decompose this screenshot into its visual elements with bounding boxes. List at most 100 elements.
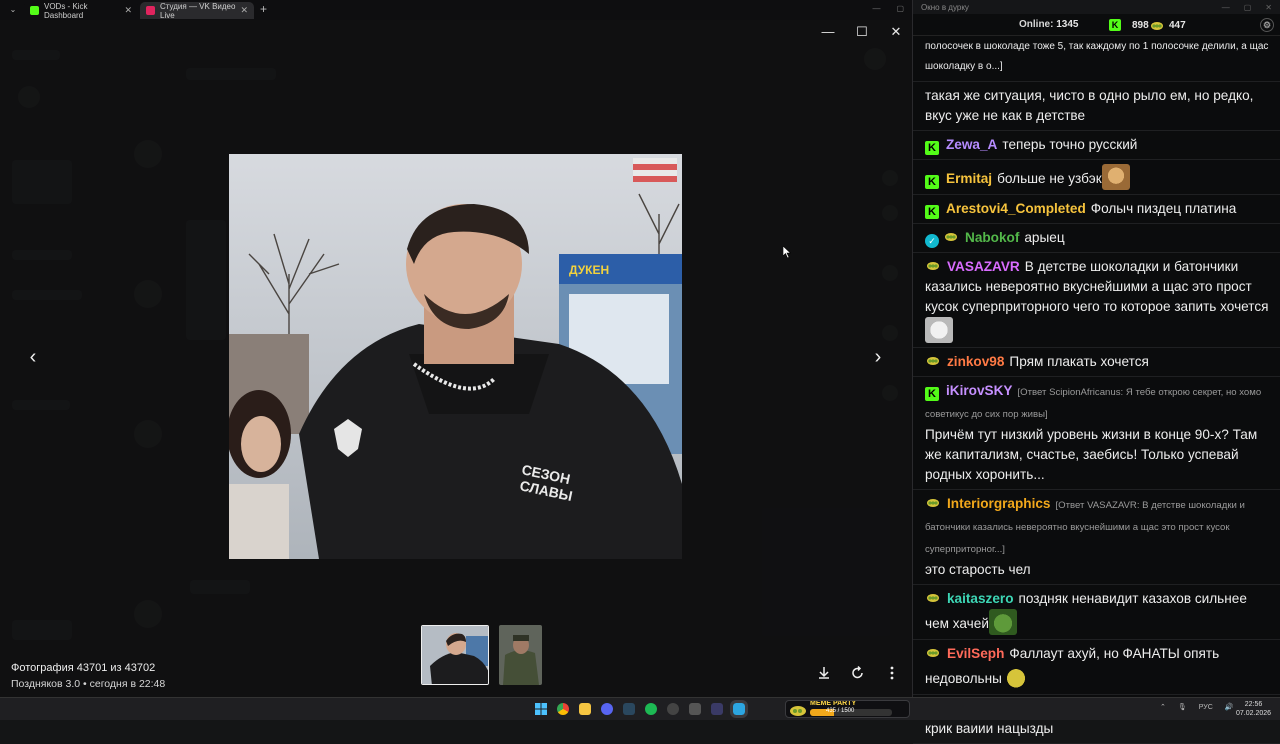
rotate-icon[interactable]	[850, 665, 866, 681]
spotify-icon[interactable]	[645, 703, 657, 715]
tab-menu-icon[interactable]: ⌄	[6, 3, 20, 17]
chat-message: K Zewa_A теперь точно русский	[913, 131, 1280, 160]
steam-icon[interactable]	[623, 703, 635, 715]
new-tab-icon[interactable]: +	[260, 2, 267, 16]
chrome-icon[interactable]	[557, 703, 569, 715]
chat-username[interactable]: Ermitaj	[946, 171, 992, 186]
maximize-icon[interactable]: ▢	[896, 4, 904, 13]
online-label: Online:	[1019, 19, 1054, 30]
pea-emote-icon	[1001, 664, 1030, 690]
discord-icon[interactable]	[601, 703, 613, 715]
pea-badge-icon	[927, 499, 939, 507]
photo-thumbnail-next[interactable]	[499, 625, 542, 685]
tab-title: VODs - Kick Dashboard	[44, 1, 88, 20]
chat-username[interactable]: Zewa_A	[946, 137, 997, 152]
viewer-actions	[816, 665, 900, 681]
volume-icon[interactable]: 🔊	[1225, 703, 1234, 711]
language-indicator[interactable]: РУС	[1199, 704, 1213, 711]
taskbar-clock[interactable]: 22:56 07.02.2026	[1236, 700, 1271, 718]
close-icon[interactable]: ✕	[1265, 3, 1272, 12]
kick-badge-icon: K	[925, 175, 939, 189]
chat-message-text: Причём тут низкий уровень жизни в конце …	[925, 427, 1258, 482]
viewer-window-controls: — ☐ ✕	[820, 24, 904, 40]
chat-message: kaitaszero поздняк ненавидит казахов силь…	[913, 585, 1280, 640]
tab-bar: ⌄ VODs - Kick Dashboard ✕ Студия — VK Ви…	[0, 0, 912, 20]
kick-badge-icon: K	[925, 205, 939, 219]
chat-username[interactable]: kaitaszero	[947, 591, 1014, 606]
chat-message-text: больше не узбэк	[997, 171, 1102, 186]
tray-overflow-icon[interactable]: ⌃	[1160, 703, 1166, 711]
next-photo-button[interactable]: ›	[869, 344, 887, 370]
chat-username[interactable]: EvilSeph	[947, 646, 1004, 661]
chat-username[interactable]: Nabokof	[965, 230, 1019, 245]
download-icon[interactable]	[816, 665, 832, 681]
browser-window: ⌄ VODs - Kick Dashboard ✕ Студия — VK Ви…	[0, 0, 912, 697]
windows-start-icon[interactable]	[535, 703, 547, 715]
other-count: 447	[1169, 19, 1186, 31]
taskbar: MEME PARTY 435 / 1500 ⌃ 🎙 РУС 🔊 22:56 07…	[0, 697, 1280, 720]
app-icon[interactable]	[689, 703, 701, 715]
file-explorer-icon[interactable]	[579, 703, 591, 715]
maximize-icon[interactable]: ▢	[1244, 3, 1252, 12]
chat-titlebar: Окно в дурку — ▢ ✕	[913, 0, 1280, 14]
photo-thumbnail-current[interactable]	[421, 625, 489, 685]
chat-message: ✓ Nabokof арыец	[913, 224, 1280, 253]
chat-message-text: такая же ситуация, чисто в одно рыло ем,…	[925, 88, 1254, 123]
cat2-emote-icon	[925, 317, 953, 343]
tab-vk-studio[interactable]: Студия — VK Видео Live ✕	[140, 2, 254, 20]
tab-close-icon[interactable]: ✕	[124, 5, 132, 16]
photo-illustration: ДУКЕН СЕЗОН СЛАВЫ	[229, 154, 682, 559]
more-options-icon[interactable]	[884, 665, 900, 681]
minimize-icon[interactable]: —	[1222, 3, 1230, 12]
chat-message: EvilSeph Фаллаут ахуй, но ФАНАТЫ опять не…	[913, 640, 1280, 695]
chat-username[interactable]: Interiorgraphics	[947, 496, 1051, 511]
tab-close-icon[interactable]: ✕	[240, 5, 248, 16]
pea-badge-icon	[927, 262, 939, 270]
kick-favicon-icon	[30, 6, 39, 15]
pea-mascot-icon	[790, 706, 806, 716]
browser-window-controls: — ▢	[872, 4, 904, 13]
chat-message: zinkov98 Прям плакать хочется	[913, 348, 1280, 377]
previous-photo-button[interactable]: ‹	[24, 344, 42, 370]
meme-party-widget[interactable]: MEME PARTY 435 / 1500	[785, 700, 910, 718]
mouse-cursor-icon	[783, 246, 791, 258]
tab-kick-vods[interactable]: VODs - Kick Dashboard ✕	[24, 1, 138, 20]
chat-username[interactable]: zinkov98	[947, 354, 1004, 369]
photo-image: ДУКЕН СЕЗОН СЛАВЫ	[229, 154, 682, 559]
chat-username[interactable]: iKirovSKY	[946, 383, 1012, 398]
settings-gear-icon[interactable]: ⚙	[1260, 18, 1274, 32]
maximize-icon[interactable]: ☐	[854, 24, 870, 40]
chat-stats-bar: Online: 1345 K 898 447 ⚙	[913, 14, 1280, 36]
chat-username[interactable]: Arestovi4_Completed	[946, 201, 1086, 216]
clock-date: 07.02.2026	[1236, 710, 1272, 717]
chat-message: K Ermitaj больше не узбэк	[913, 160, 1280, 195]
photo-viewer: — ☐ ✕ ‹ › ДУКЕН СЕЗОН СЛАВЫ Фотография 4…	[0, 20, 912, 697]
obs-icon[interactable]	[667, 703, 679, 715]
chat-message-list: полосочек в шоколаде тоже 5, так каждому…	[913, 37, 1280, 744]
chat-username[interactable]: VASAZAVR	[947, 259, 1020, 274]
microphone-icon[interactable]: 🎙	[1178, 703, 1187, 711]
kick-badge-icon: K	[925, 387, 939, 401]
minimize-icon[interactable]: —	[820, 24, 836, 40]
photo-counter: Фотография 43701 из 43702	[11, 662, 156, 674]
close-icon[interactable]: ✕	[888, 24, 904, 40]
kick-logo-icon: K	[1109, 19, 1121, 31]
verified-badge-icon: ✓	[925, 234, 939, 248]
widget-count: 435 / 1500	[826, 708, 855, 714]
minimize-icon[interactable]: —	[872, 4, 880, 13]
clock-time: 22:56	[1244, 701, 1263, 708]
telegram-icon[interactable]	[730, 700, 748, 718]
cat-emote-icon	[1101, 164, 1130, 190]
pea-badge-icon	[1151, 22, 1163, 30]
frog-emote-icon	[988, 609, 1017, 635]
chat-window: Окно в дурку — ▢ ✕ Online: 1345 K 898 44…	[912, 0, 1280, 744]
widget-title: MEME PARTY	[810, 700, 857, 707]
photo-meta: Поздняков 3.0 • сегодня в 22:48	[11, 678, 166, 690]
system-tray: ⌃ 🎙 РУС 🔊	[1160, 703, 1234, 712]
kick-badge-icon: K	[925, 141, 939, 155]
chat-message-text: Фолыч пиздец платина	[1090, 201, 1237, 216]
chat-message-text: арыец	[1024, 230, 1065, 245]
media-player-icon[interactable]	[711, 703, 723, 715]
chat-window-title: Окно в дурку	[921, 2, 969, 12]
pea-badge-icon	[927, 357, 939, 365]
